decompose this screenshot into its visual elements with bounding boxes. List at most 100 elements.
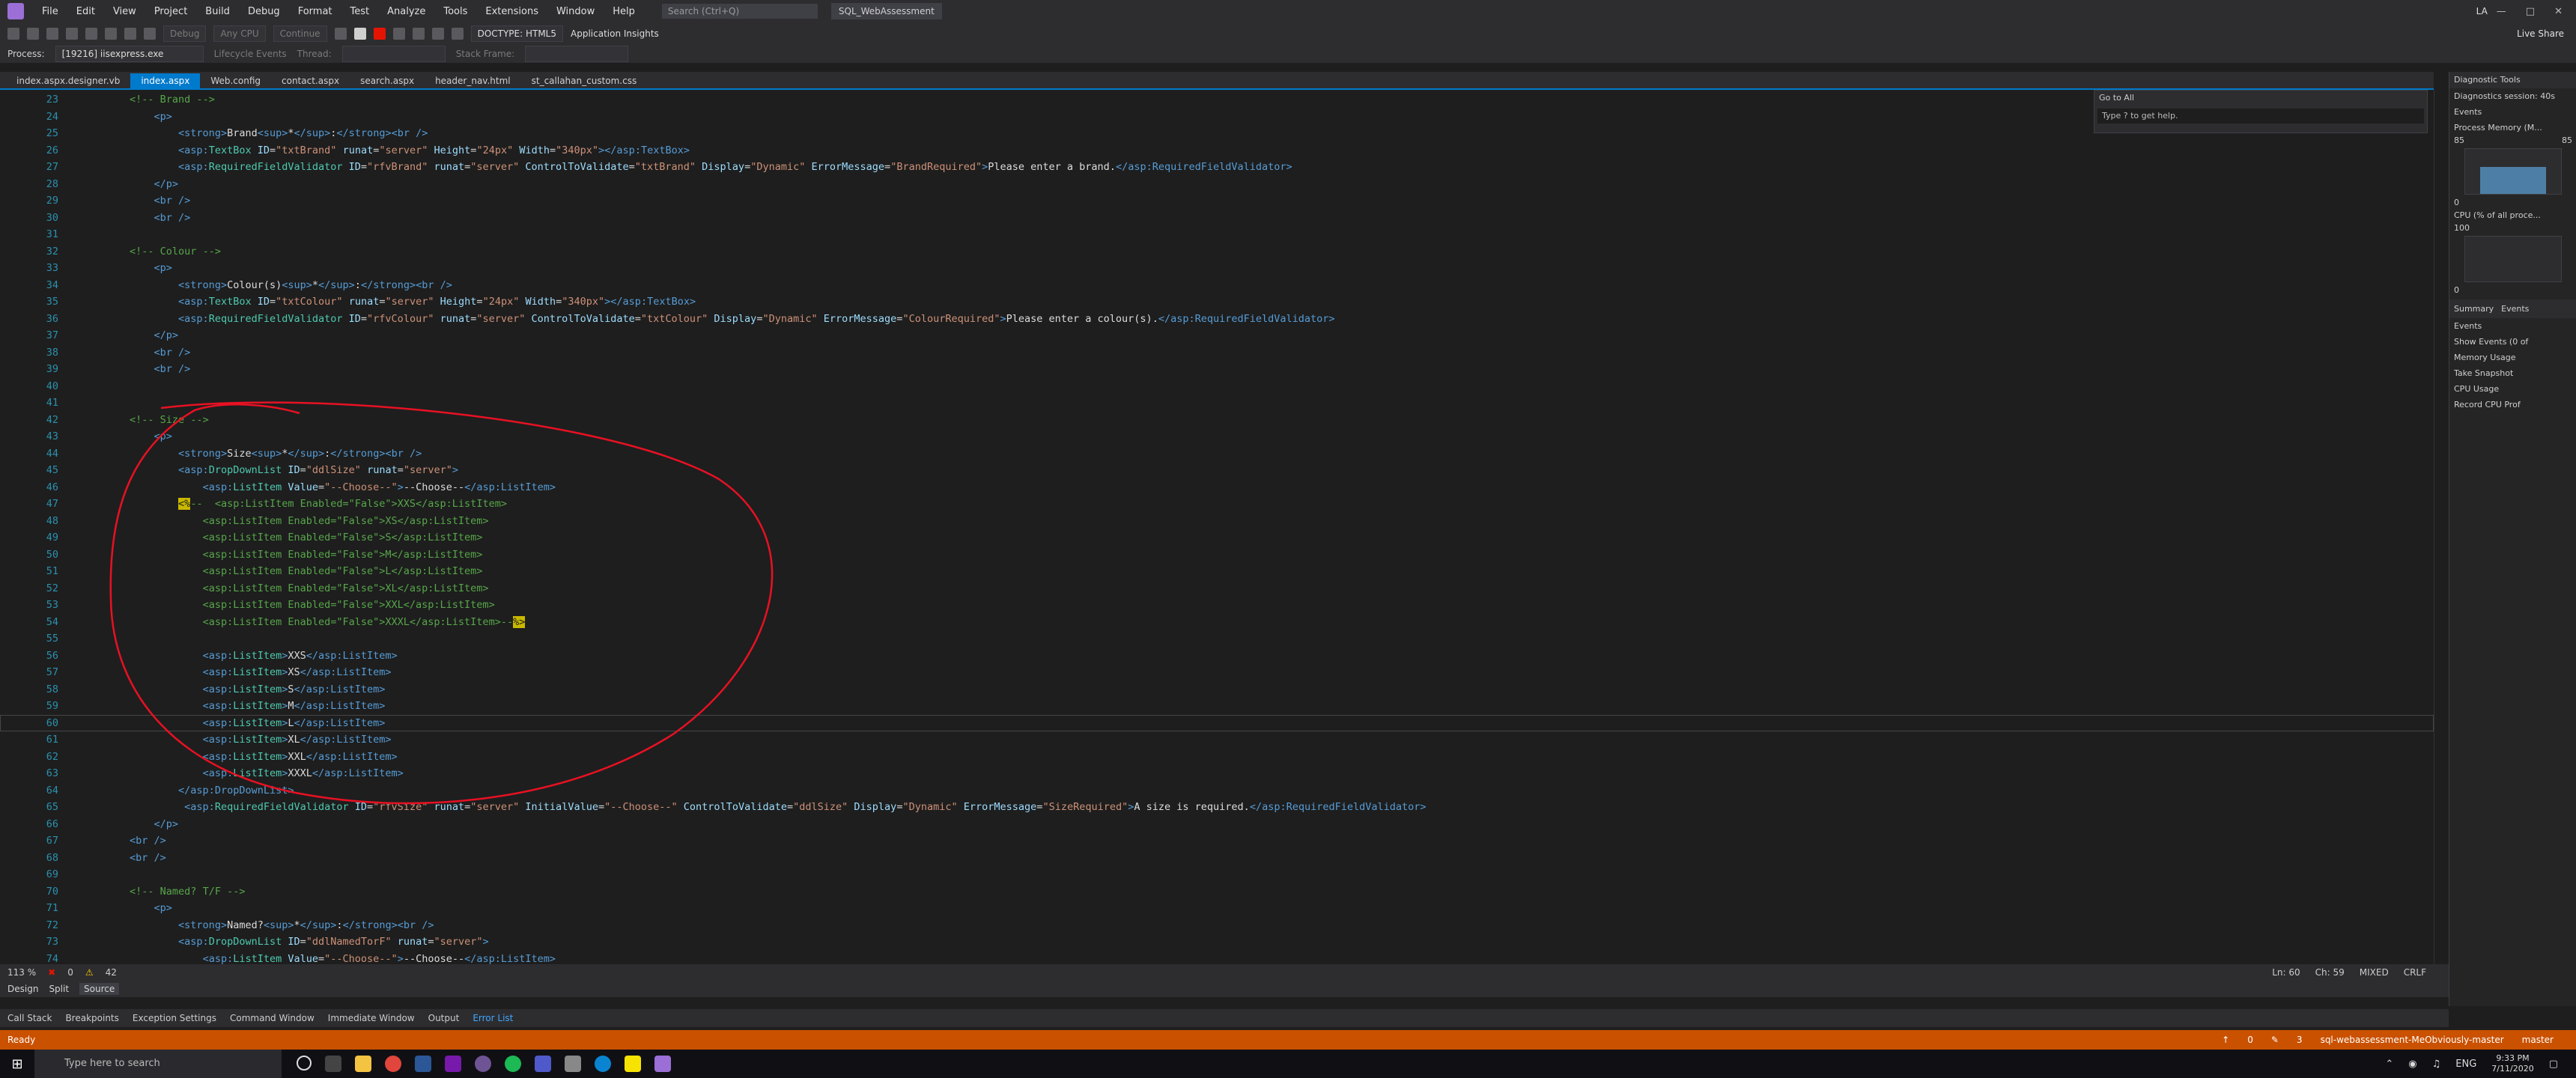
code-line[interactable]: 51 <asp:ListItem Enabled="False">L</asp:…: [0, 563, 2434, 580]
code-line[interactable]: 37 </p>: [0, 327, 2434, 344]
chrome-icon[interactable]: [385, 1056, 401, 1072]
tab-index-aspx-designer-vb[interactable]: index.aspx.designer.vb: [6, 73, 130, 88]
code-line[interactable]: 67 <br />: [0, 832, 2434, 850]
restart-icon[interactable]: [334, 28, 347, 40]
visual-studio-taskbar-icon[interactable]: [654, 1056, 671, 1072]
repository-name[interactable]: sql-webassessment-MeObviously-master: [2321, 1035, 2504, 1045]
code-line[interactable]: 42 <!-- Size -->: [0, 412, 2434, 429]
tab-st-callahan-custom-css[interactable]: st_callahan_custom.css: [521, 73, 648, 88]
tab-index-aspx[interactable]: index.aspx: [130, 73, 201, 88]
code-line[interactable]: 57 <asp:ListItem>XS</asp:ListItem>: [0, 664, 2434, 681]
menu-item-tools[interactable]: Tools: [434, 6, 476, 17]
spotify-icon[interactable]: [505, 1056, 521, 1072]
menu-item-format[interactable]: Format: [289, 6, 341, 17]
menu-item-analyze[interactable]: Analyze: [378, 6, 434, 17]
zoom-level[interactable]: 113 %: [7, 967, 36, 978]
code-line[interactable]: 58 <asp:ListItem>S</asp:ListItem>: [0, 681, 2434, 698]
menu-item-edit[interactable]: Edit: [67, 6, 104, 17]
diag-tab-summary[interactable]: Summary: [2454, 304, 2494, 314]
tool-tab-error-list[interactable]: Error List: [473, 1013, 513, 1023]
code-line[interactable]: 56 <asp:ListItem>XXS</asp:ListItem>: [0, 648, 2434, 665]
application-insights-button[interactable]: Application Insights: [571, 28, 659, 39]
step-into-icon[interactable]: [412, 28, 425, 40]
windows-start-icon[interactable]: ⊞: [0, 1056, 34, 1072]
code-line[interactable]: 44 <strong>Size<sup>*</sup>:</strong><br…: [0, 445, 2434, 463]
tab-header-nav-html[interactable]: header_nav.html: [425, 73, 521, 88]
code-line[interactable]: 33 <p>: [0, 260, 2434, 277]
up-arrow-icon[interactable]: ↑: [2222, 1035, 2229, 1045]
configuration-select[interactable]: Debug: [163, 25, 207, 42]
stack-frame-select[interactable]: [525, 46, 629, 62]
new-project-icon[interactable]: [46, 28, 58, 40]
tool-tab-call-stack[interactable]: Call Stack: [7, 1013, 52, 1023]
code-line[interactable]: 48 <asp:ListItem Enabled="False">XS</asp…: [0, 513, 2434, 530]
code-line[interactable]: 46 <asp:ListItem Value="--Choose--">--Ch…: [0, 479, 2434, 496]
code-line[interactable]: 63 <asp:ListItem>XXXL</asp:ListItem>: [0, 765, 2434, 782]
close-icon[interactable]: ✕: [2554, 6, 2563, 17]
code-line[interactable]: 32 <!-- Colour -->: [0, 243, 2434, 261]
tab-search-aspx[interactable]: search.aspx: [350, 73, 425, 88]
code-line[interactable]: 66 </p>: [0, 816, 2434, 833]
menu-item-build[interactable]: Build: [196, 6, 239, 17]
forward-icon[interactable]: [27, 28, 39, 40]
github-icon[interactable]: [475, 1056, 491, 1072]
volume-icon[interactable]: ♫: [2432, 1059, 2441, 1070]
menu-item-extensions[interactable]: Extensions: [476, 6, 547, 17]
code-line[interactable]: 31: [0, 226, 2434, 243]
comment-icon[interactable]: [451, 28, 464, 40]
code-line[interactable]: 30 <br />: [0, 210, 2434, 227]
pencil-icon[interactable]: ✎: [2271, 1035, 2279, 1045]
menu-item-project[interactable]: Project: [145, 6, 196, 17]
go-to-all-input[interactable]: Type ? to get help.: [2097, 109, 2424, 124]
tool-tab-output[interactable]: Output: [428, 1013, 460, 1023]
tray-chevron-icon[interactable]: ⌃: [2385, 1059, 2393, 1070]
record-cpu-profile-button[interactable]: Record CPU Prof: [2449, 397, 2576, 412]
step-over-icon[interactable]: [392, 28, 405, 40]
events-header[interactable]: Events: [2449, 104, 2576, 120]
language-indicator[interactable]: ENG: [2455, 1059, 2476, 1070]
code-line[interactable]: 72 <strong>Named?<sup>*</sup>:</strong><…: [0, 917, 2434, 934]
doctype-select[interactable]: DOCTYPE: HTML5: [470, 25, 564, 42]
code-line[interactable]: 26 <asp:TextBox ID="txtBrand" runat="ser…: [0, 142, 2434, 159]
code-line[interactable]: 60 <asp:ListItem>L</asp:ListItem>: [0, 714, 2434, 731]
show-events-button[interactable]: Show Events (0 of: [2449, 334, 2576, 350]
word-icon[interactable]: [415, 1056, 431, 1072]
menu-item-window[interactable]: Window: [547, 6, 604, 17]
code-line[interactable]: 55: [0, 630, 2434, 648]
branch-name[interactable]: master: [2522, 1035, 2554, 1045]
menu-item-view[interactable]: View: [104, 6, 145, 17]
code-line[interactable]: 24 <p>: [0, 109, 2434, 126]
code-line[interactable]: 59 <asp:ListItem>M</asp:ListItem>: [0, 698, 2434, 715]
tool-tab-command-window[interactable]: Command Window: [230, 1013, 315, 1023]
code-line[interactable]: 43 <p>: [0, 428, 2434, 445]
code-line[interactable]: 23 <!-- Brand -->: [0, 91, 2434, 109]
save-all-icon[interactable]: [105, 28, 117, 40]
redo-icon[interactable]: [144, 28, 156, 40]
code-line[interactable]: 47 <%-- <asp:ListItem Enabled="False">XX…: [0, 496, 2434, 513]
code-line[interactable]: 62 <asp:ListItem>XXL</asp:ListItem>: [0, 749, 2434, 766]
tool-tab-immediate-window[interactable]: Immediate Window: [328, 1013, 415, 1023]
stop-icon[interactable]: [373, 28, 386, 40]
maximize-icon[interactable]: □: [2526, 6, 2535, 17]
step-out-icon[interactable]: [431, 28, 444, 40]
code-line[interactable]: 73 <asp:DropDownList ID="ddlNamedTorF" r…: [0, 934, 2434, 951]
code-line[interactable]: 34 <strong>Colour(s)<sup>*</sup>:</stron…: [0, 277, 2434, 294]
editor-scrollbar[interactable]: [2434, 90, 2449, 964]
code-line[interactable]: 45 <asp:DropDownList ID="ddlSize" runat=…: [0, 462, 2434, 479]
tab-web-config[interactable]: Web.config: [200, 73, 271, 88]
thread-select[interactable]: [341, 46, 446, 62]
warning-icon[interactable]: ⚠: [85, 967, 94, 978]
clock[interactable]: 9:33 PM 7/11/2020: [2491, 1053, 2533, 1074]
diag-tab-events[interactable]: Events: [2501, 304, 2529, 314]
code-line[interactable]: 39 <br />: [0, 361, 2434, 378]
search-input[interactable]: Search (Ctrl+Q): [661, 4, 818, 19]
code-line[interactable]: 74 <asp:ListItem Value="--Choose--">--Ch…: [0, 951, 2434, 965]
code-line[interactable]: 41: [0, 395, 2434, 412]
network-icon[interactable]: ◉: [2408, 1059, 2416, 1070]
file-explorer-icon[interactable]: [355, 1056, 371, 1072]
task-view-icon[interactable]: [325, 1056, 341, 1072]
cpu-header[interactable]: CPU (% of all proce...: [2449, 207, 2576, 223]
code-line[interactable]: 52 <asp:ListItem Enabled="False">XL</asp…: [0, 580, 2434, 597]
code-line[interactable]: 25 <strong>Brand<sup>*</sup>:</strong><b…: [0, 125, 2434, 142]
view-design-button[interactable]: Design: [7, 984, 38, 994]
